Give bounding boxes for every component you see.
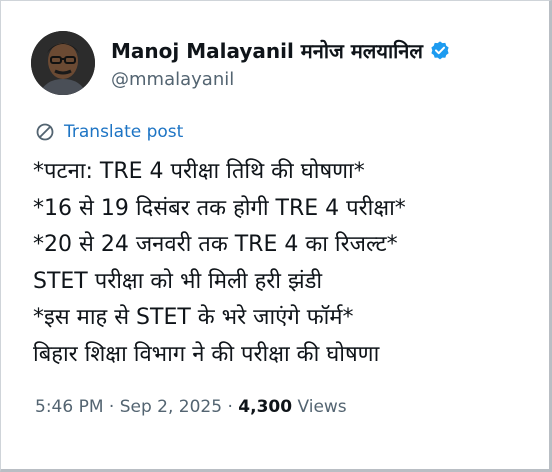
avatar-photo [31, 31, 95, 95]
author-display-name[interactable]: Manoj Malayanil मनोज मलयानिल [111, 37, 423, 64]
post-line-3: *20 से 24 जनवरी तक TRE 4 का रिजल्ट* [33, 232, 398, 257]
post-meta: 5:46 PM · Sep 2, 2025 · 4,300 Views [35, 397, 347, 417]
meta-separator: · [222, 397, 239, 417]
post-text: *पटना: TRE 4 परीक्षा तिथि की घोषणा* *16 … [33, 154, 543, 373]
author-handle[interactable]: @mmalayanil [111, 69, 234, 90]
globe-icon [36, 123, 54, 141]
verified-badge-icon [431, 40, 449, 59]
avatar[interactable] [31, 31, 95, 95]
views-count: 4,300 [238, 397, 293, 417]
post-line-5: *इस माह से STET के भरे जाएंगे फॉर्म* [33, 305, 354, 330]
post-card: Manoj Malayanil मनोज मलयानिल @mmalayanil… [0, 0, 552, 472]
post-line-2: *16 से 19 दिसंबर तक होगी TRE 4 परीक्षा* [33, 195, 406, 221]
post-time[interactable]: 5:46 PM [35, 397, 104, 417]
post-line-4: STET परीक्षा को भी मिली हरी झंडी [33, 268, 323, 294]
views-label: Views [292, 397, 347, 417]
meta-separator: · [103, 397, 120, 417]
post-date[interactable]: Sep 2, 2025 [120, 397, 222, 417]
post-line-1: *पटना: TRE 4 परीक्षा तिथि की घोषणा* [33, 159, 365, 184]
post-line-6: बिहार शिक्षा विभाग ने की परीक्षा की घोषण… [33, 341, 380, 367]
post-header: Manoj Malayanil मनोज मलयानिल @mmalayanil [31, 29, 531, 101]
translate-post-label: Translate post [64, 122, 184, 142]
translate-post-link[interactable]: Translate post [35, 122, 183, 142]
author-name-row: Manoj Malayanil मनोज मलयानिल [111, 37, 451, 64]
